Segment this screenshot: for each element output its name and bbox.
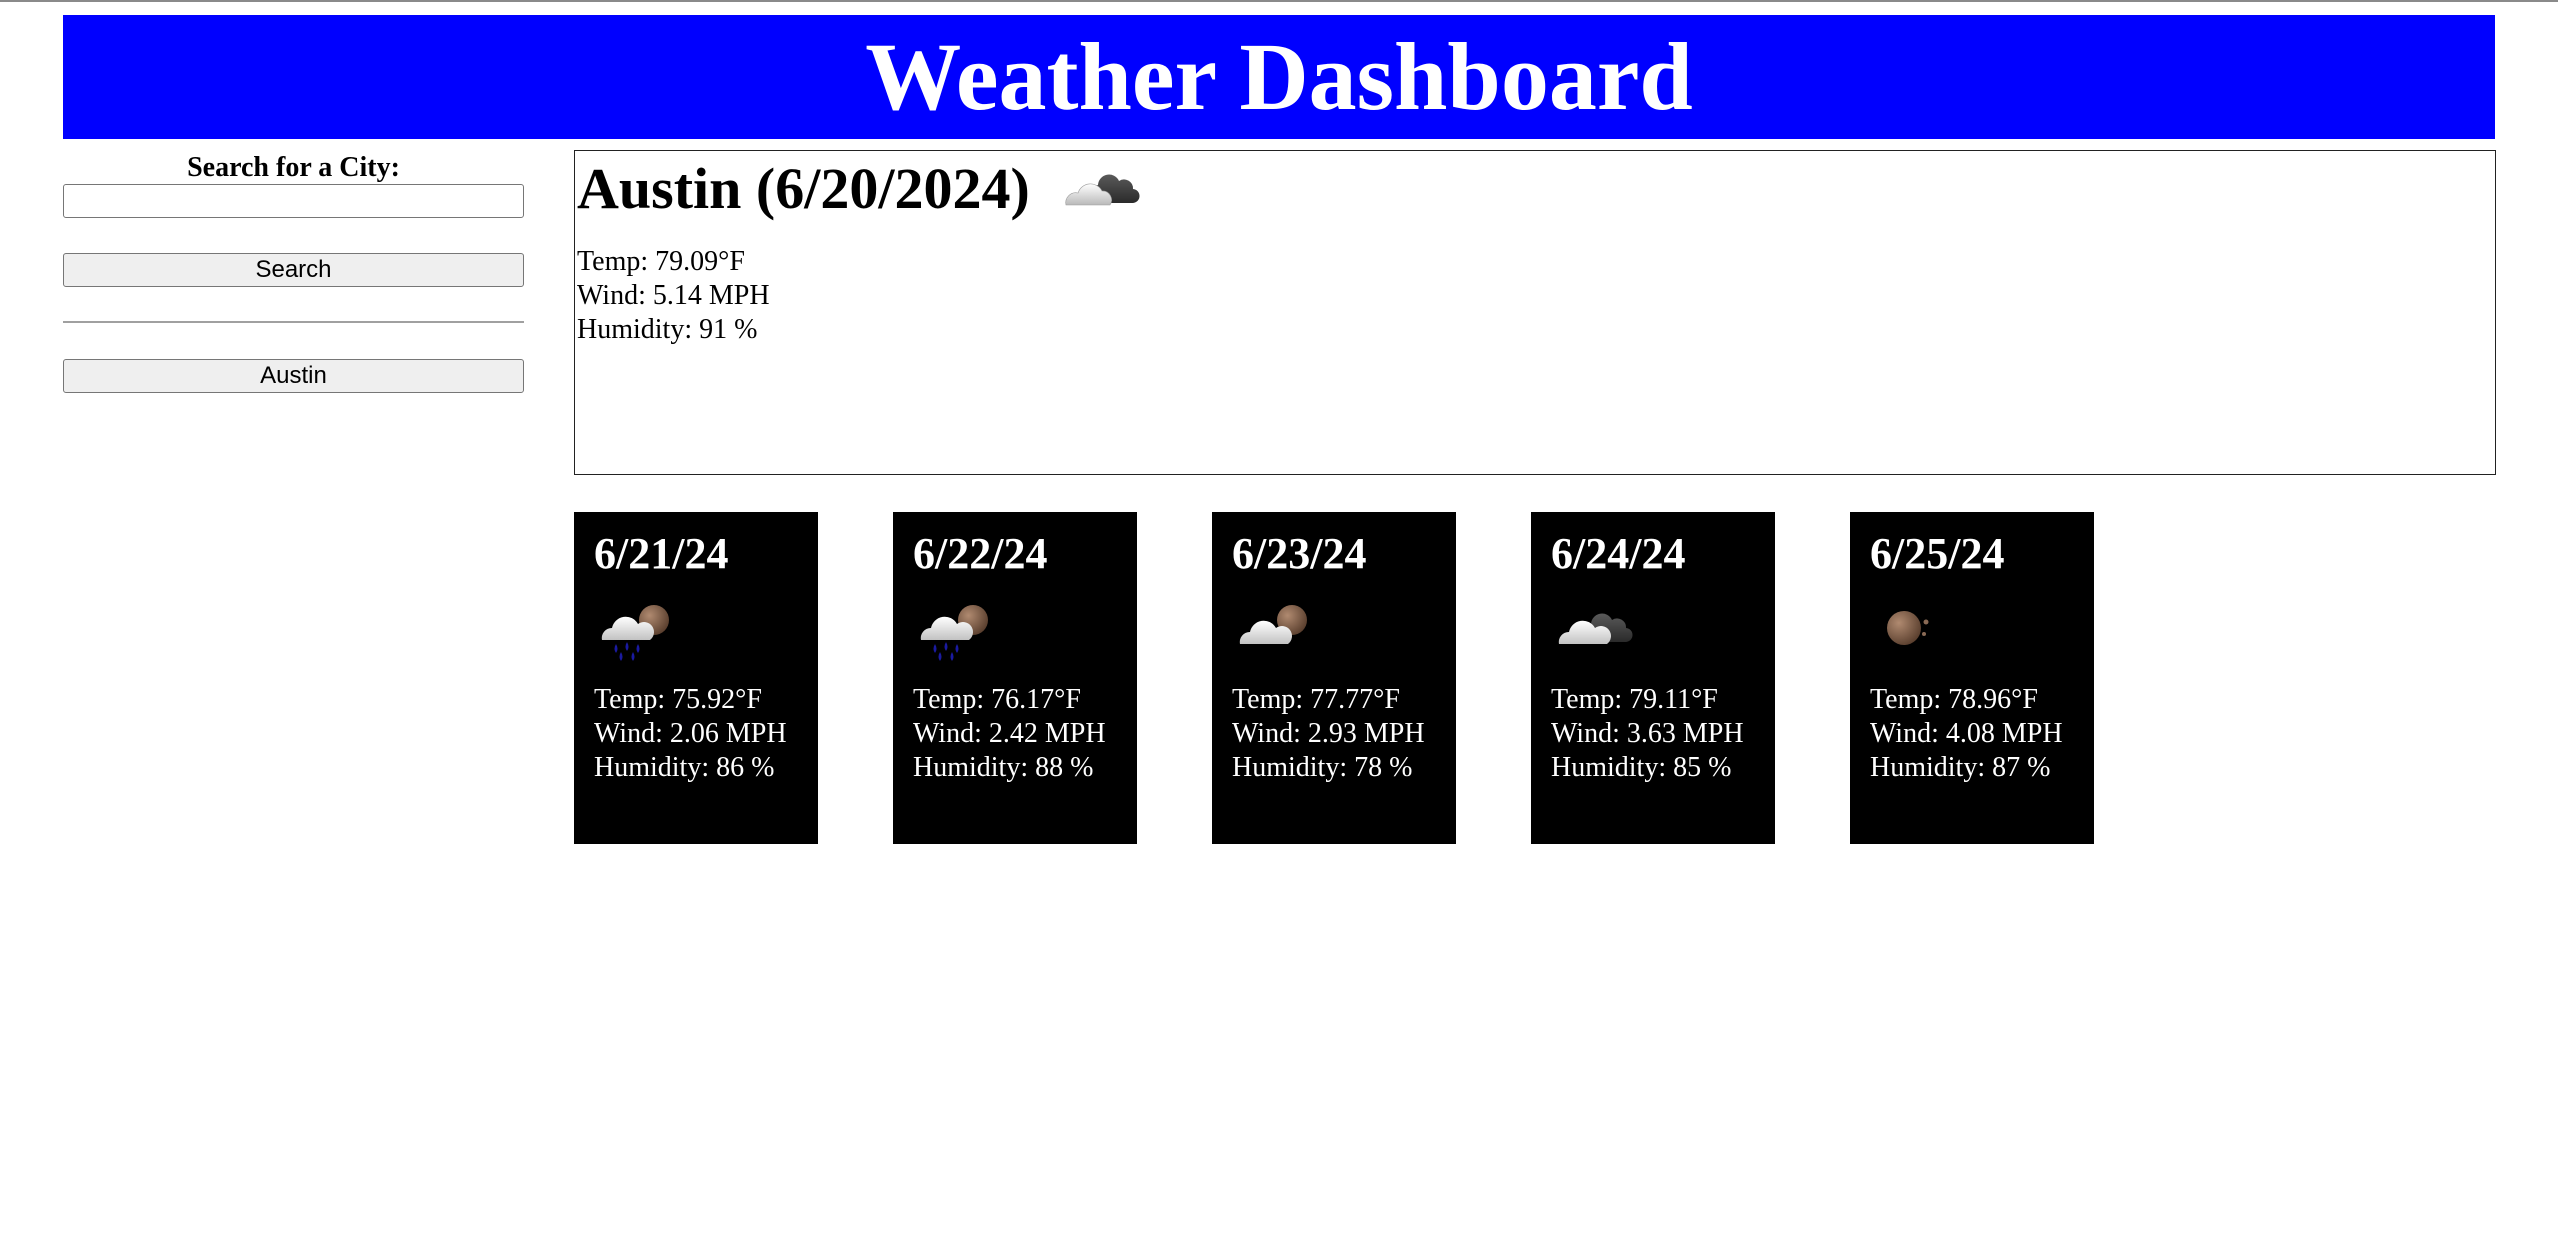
current-wind: Wind: 5.14 MPH bbox=[577, 280, 770, 311]
forecast-date: 6/24/24 bbox=[1551, 529, 1686, 578]
rain-night-icon bbox=[920, 605, 988, 661]
cloud-moon-icon bbox=[1239, 605, 1307, 644]
five-day-forecast: 6/21/24 Temp: 75.92°F Wind: 2.06 MPH Hum… bbox=[574, 512, 2496, 844]
forecast-date: 6/22/24 bbox=[913, 529, 1048, 578]
search-label: Search for a City: bbox=[187, 152, 400, 183]
forecast-humidity: Humidity: 85 % bbox=[1551, 752, 1732, 783]
forecast-card: 6/24/24 Temp: 79.11°F Wind: 3.63 MPH Hum… bbox=[1531, 512, 1775, 844]
forecast-temp: Temp: 78.96°F bbox=[1870, 684, 2038, 715]
current-weather-header: Austin (6/20/2024) bbox=[577, 157, 1142, 221]
current-weather-stats: Temp: 79.09°F Wind: 5.14 MPH Humidity: 9… bbox=[577, 245, 770, 347]
forecast-stats: Temp: 77.77°F Wind: 2.93 MPH Humidity: 7… bbox=[1232, 683, 1425, 785]
current-temp: Temp: 79.09°F bbox=[577, 246, 745, 277]
forecast-card: 6/23/24 Temp: 77.77°F Wind: 2.93 MPH Hum… bbox=[1212, 512, 1456, 844]
forecast-temp: Temp: 79.11°F bbox=[1551, 684, 1718, 715]
sidebar-divider bbox=[63, 321, 524, 323]
history-city-button[interactable]: Austin bbox=[63, 359, 524, 393]
forecast-humidity: Humidity: 88 % bbox=[913, 752, 1094, 783]
current-humidity: Humidity: 91 % bbox=[577, 314, 758, 345]
search-button[interactable]: Search bbox=[63, 253, 524, 287]
rain-night-icon bbox=[601, 605, 669, 661]
forecast-date: 6/21/24 bbox=[594, 529, 729, 578]
forecast-wind: Wind: 2.42 MPH bbox=[913, 718, 1106, 749]
forecast-date: 6/23/24 bbox=[1232, 529, 1367, 578]
forecast-temp: Temp: 75.92°F bbox=[594, 684, 762, 715]
forecast-humidity: Humidity: 87 % bbox=[1870, 752, 2051, 783]
forecast-wind: Wind: 3.63 MPH bbox=[1551, 718, 1744, 749]
forecast-stats: Temp: 75.92°F Wind: 2.06 MPH Humidity: 8… bbox=[594, 683, 787, 785]
page-header: Weather Dashboard bbox=[63, 15, 2495, 139]
forecast-temp: Temp: 77.77°F bbox=[1232, 684, 1400, 715]
forecast-card: 6/25/24 Temp: 78.96°F Wind: 4.08 MPH Hum… bbox=[1850, 512, 2094, 844]
forecast-stats: Temp: 79.11°F Wind: 3.63 MPH Humidity: 8… bbox=[1551, 683, 1744, 785]
page-title: Weather Dashboard bbox=[865, 23, 1693, 130]
forecast-humidity: Humidity: 78 % bbox=[1232, 752, 1413, 783]
forecast-stats: Temp: 78.96°F Wind: 4.08 MPH Humidity: 8… bbox=[1870, 683, 2063, 785]
forecast-wind: Wind: 2.06 MPH bbox=[594, 718, 787, 749]
clear-night-icon bbox=[1887, 611, 1929, 645]
forecast-stats: Temp: 76.17°F Wind: 2.42 MPH Humidity: 8… bbox=[913, 683, 1106, 785]
forecast-temp: Temp: 76.17°F bbox=[913, 684, 1081, 715]
city-search-input[interactable] bbox=[63, 184, 524, 218]
forecast-wind: Wind: 4.08 MPH bbox=[1870, 718, 2063, 749]
forecast-card: 6/22/24 Temp: 76.17°F Wind: 2.42 MPH Hum… bbox=[893, 512, 1137, 844]
forecast-card: 6/21/24 Temp: 75.92°F Wind: 2.06 MPH Hum… bbox=[574, 512, 818, 844]
forecast-date: 6/25/24 bbox=[1870, 529, 2005, 578]
current-city-date: Austin (6/20/2024) bbox=[577, 156, 1030, 221]
few-clouds-night-icon bbox=[1065, 174, 1140, 206]
broken-clouds-icon bbox=[1558, 613, 1633, 644]
forecast-humidity: Humidity: 86 % bbox=[594, 752, 775, 783]
window-top-border bbox=[0, 0, 2558, 2]
current-weather-panel: Austin (6/20/2024) Temp: 79.09°F Wind: 5… bbox=[574, 150, 2496, 475]
forecast-wind: Wind: 2.93 MPH bbox=[1232, 718, 1425, 749]
